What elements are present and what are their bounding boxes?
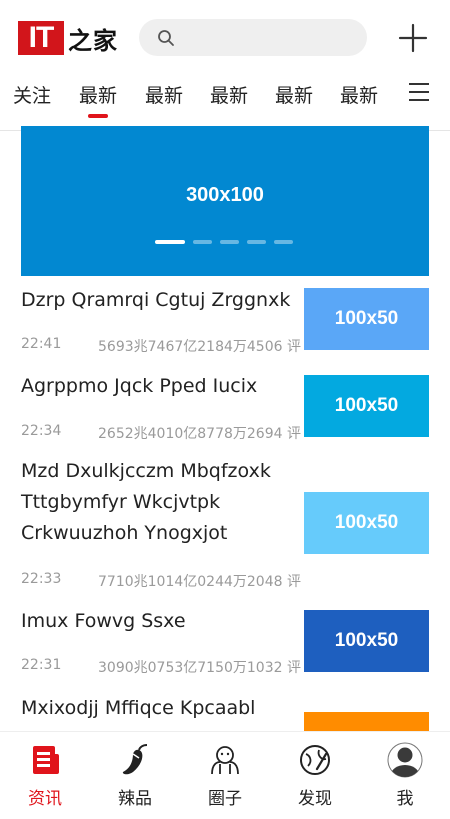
nav-circles[interactable]: 圈子 (180, 732, 270, 819)
nav-news[interactable]: 资讯 (0, 732, 90, 819)
news-icon (33, 746, 59, 774)
banner-carousel[interactable]: 300x100 (21, 126, 429, 276)
tab-label: 最新 (145, 85, 184, 107)
tab-label: 最新 (210, 85, 249, 107)
nav-me[interactable]: 我 (360, 732, 450, 819)
nav-hot-products[interactable]: 辣品 (90, 732, 180, 819)
nav-discover[interactable]: 发现 (270, 732, 360, 819)
tab-label: 最新 (79, 85, 118, 107)
search-input[interactable] (183, 19, 357, 58)
article-time: 22:33 (21, 571, 62, 587)
search-bar[interactable] (139, 19, 367, 58)
article-stats: 3090兆0753亿7150万1032 评 (98, 660, 301, 676)
carousel-dot[interactable] (220, 240, 239, 244)
article-thumbnail[interactable]: 100x50 (304, 375, 429, 437)
article-time: 22:41 (21, 336, 62, 352)
article-title[interactable]: Mzd Dxulkjcczm Mbqfzoxk Tttgbymfyr Wkcjv… (21, 456, 291, 549)
article-thumbnail[interactable]: 100x50 (304, 492, 429, 554)
ithome-logo[interactable]: IT 之家 (18, 21, 118, 55)
nav-label: 我 (396, 789, 414, 809)
menu-icon[interactable] (408, 82, 430, 102)
tab-latest[interactable]: 最新 (210, 78, 248, 114)
article-title[interactable]: Dzrp Qramrqi Cgtuj Zrggnxk (21, 285, 291, 316)
nav-label: 圈子 (208, 789, 242, 809)
discover-planet-icon (300, 745, 330, 775)
logo-text: 之家 (68, 25, 118, 55)
carousel-dot-active[interactable] (155, 240, 185, 244)
tab-latest[interactable]: 最新 (145, 78, 183, 114)
article-stats: 5693兆7467亿2184万4506 评 (98, 339, 301, 355)
article-thumbnail[interactable]: 100x50 (304, 288, 429, 350)
logo-it-mark: IT (18, 21, 64, 55)
nav-label: 辣品 (118, 789, 152, 809)
article-title[interactable]: Imux Fowvg Ssxe (21, 606, 291, 637)
carousel-dot[interactable] (274, 240, 293, 244)
circle-group-icon (211, 746, 239, 775)
tab-latest[interactable]: 最新 (340, 78, 378, 114)
article-stats: 7710兆1014亿0244万2048 评 (98, 574, 301, 590)
article-thumbnail[interactable]: 100x50 (304, 610, 429, 672)
bottom-tab-bar: 资讯 辣品 圈子 发现 我 (0, 731, 450, 819)
active-tab-indicator (88, 114, 108, 118)
carousel-dot[interactable] (247, 240, 266, 244)
article-title[interactable]: Mxixodjj Mffiqce Kpcaabl (21, 693, 291, 724)
nav-label: 发现 (298, 789, 332, 809)
tab-latest[interactable]: 最新 (275, 78, 313, 114)
app-root: IT 之家 关注 最新 最新 最新 最新 最新 300x100 Dzrp Qra… (0, 0, 450, 819)
article-stats: 2652兆4010亿8778万2694 评 (98, 426, 301, 442)
article-time: 22:34 (21, 423, 62, 439)
tab-label: 最新 (275, 85, 314, 107)
search-icon (158, 30, 174, 46)
tab-latest-active[interactable]: 最新 (79, 78, 118, 118)
article-title[interactable]: Agrppmo Jqck Pped Iucix (21, 371, 291, 402)
tab-label: 关注 (13, 85, 52, 107)
article-time: 22:31 (21, 657, 62, 673)
plus-icon[interactable] (397, 22, 429, 54)
top-header: IT 之家 (0, 0, 450, 74)
chili-icon (122, 744, 148, 775)
carousel-dot[interactable] (193, 240, 212, 244)
nav-label: 资讯 (28, 789, 62, 809)
banner-placeholder-label: 300x100 (186, 184, 264, 206)
tab-follow[interactable]: 关注 (13, 78, 51, 114)
user-avatar-icon (387, 742, 423, 778)
channel-tabs: 关注 最新 最新 最新 最新 最新 (0, 74, 450, 131)
tab-label: 最新 (340, 85, 379, 107)
